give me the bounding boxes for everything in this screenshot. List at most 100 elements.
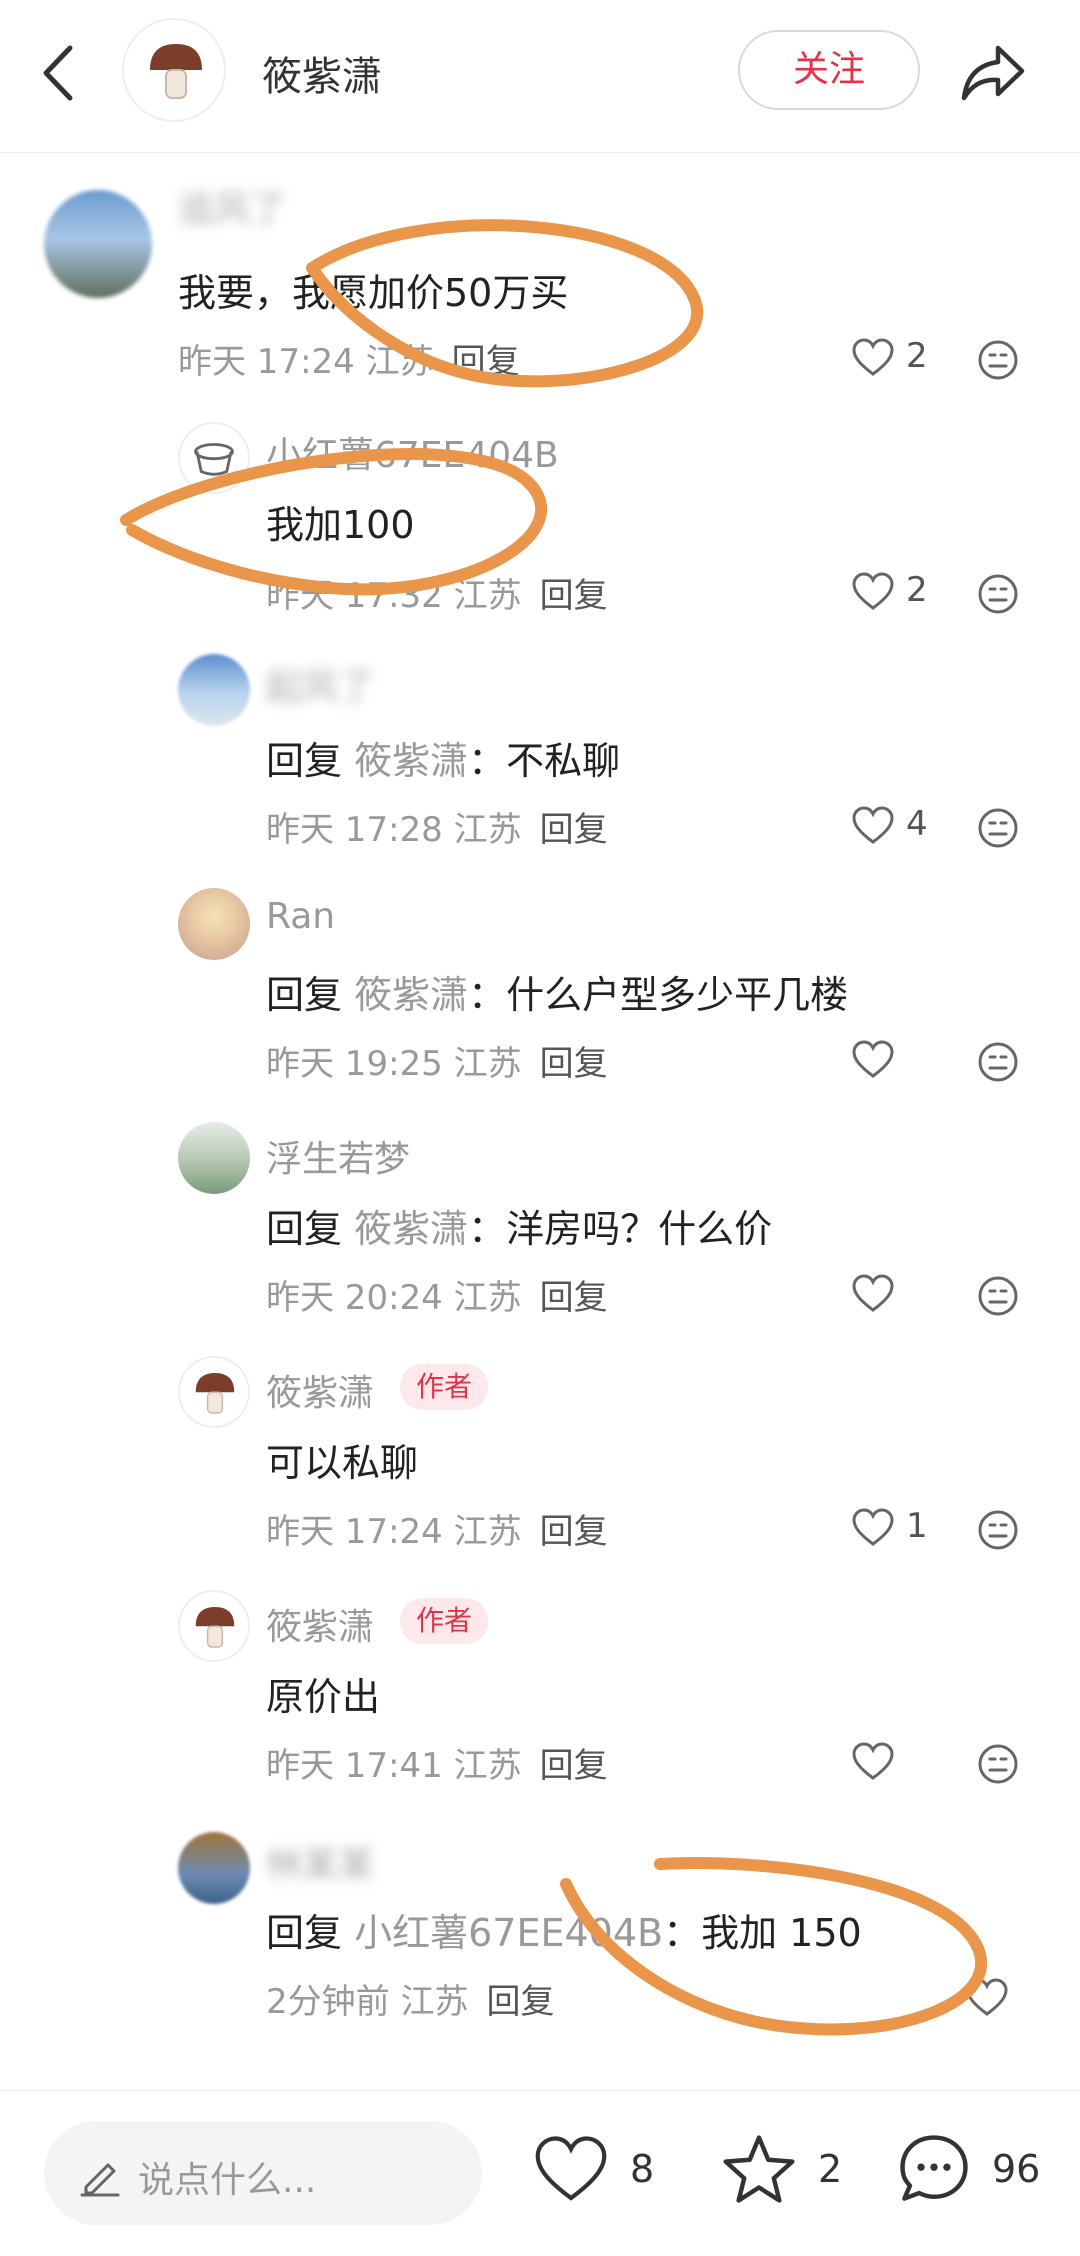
reply-button[interactable]: 回复 [540, 1044, 608, 1084]
comment-meta: 2分钟前 江苏 回复 [266, 1974, 554, 2023]
avatar[interactable] [178, 1832, 250, 1904]
comment-text[interactable]: 回复 筱紫潇：洋房吗？什么价 [266, 1198, 772, 1253]
emoji-button[interactable] [976, 1742, 1020, 1786]
avatar[interactable] [178, 654, 250, 726]
heart-icon [852, 572, 894, 610]
top-bar: 筱紫潇 关注 [0, 0, 1080, 153]
comment-text[interactable]: 回复 小红薯67EE404B：我加 150 [266, 1902, 862, 1957]
comment-text[interactable]: 回复 筱紫潇：什么户型多少平几楼 [266, 964, 848, 1019]
share-button[interactable] [958, 38, 1028, 108]
emoji-button[interactable] [976, 1040, 1020, 1084]
comment-meta: 昨天 20:24 江苏 回复 [266, 1270, 608, 1319]
comment-count: 96 [992, 2147, 1041, 2191]
comment-text[interactable]: 我要，我愿加价50万买 [178, 262, 568, 317]
reply-button[interactable]: 回复 [540, 1512, 608, 1552]
reply-prefix: 回复 [266, 973, 343, 1017]
reply-button[interactable]: 回复 [540, 810, 608, 850]
comment-nickname[interactable]: 起风了 [266, 658, 374, 710]
emoji-icon [978, 340, 1018, 380]
back-button[interactable] [34, 38, 84, 108]
heart-icon [966, 1978, 1008, 2016]
reply-target-name[interactable]: 小红薯67EE404B [354, 1911, 663, 1955]
author-tag: 作者 [400, 1364, 489, 1410]
comment-count-button[interactable]: 96 [896, 2129, 1046, 2209]
reply-button[interactable]: 回复 [452, 342, 520, 382]
like-post-button[interactable]: 8 [534, 2129, 654, 2209]
like-count: 8 [630, 2147, 655, 2191]
input-placeholder: 说点什么... [138, 2160, 317, 2201]
like-button[interactable] [852, 1738, 942, 1788]
reply-target-name[interactable]: 筱紫潇 [354, 973, 468, 1017]
reply-target-name[interactable]: 筱紫潇 [354, 1207, 468, 1251]
reply-button[interactable]: 回复 [540, 576, 608, 616]
like-button[interactable]: 2 [852, 334, 942, 384]
comment-text[interactable]: 原价出 [266, 1666, 380, 1721]
like-button[interactable] [966, 1974, 1016, 2024]
reply-text: ：洋房吗？什么价 [468, 1207, 773, 1251]
comment-nickname[interactable]: 筱紫潇 [266, 1598, 374, 1650]
emoji-icon [978, 1510, 1018, 1550]
like-button[interactable] [852, 1036, 942, 1086]
mushroom-icon [195, 1606, 235, 1648]
avatar[interactable] [44, 190, 152, 298]
reply-button[interactable]: 回复 [540, 1746, 608, 1786]
author-avatar[interactable] [122, 18, 226, 122]
avatar[interactable] [178, 422, 250, 494]
like-button[interactable] [852, 1270, 942, 1320]
comment-nickname[interactable]: 浮生若梦 [266, 1130, 410, 1182]
emoji-button[interactable] [976, 1274, 1020, 1318]
comment-meta: 昨天 17:32 江苏 回复 [266, 568, 608, 617]
reply-text: ：不私聊 [468, 739, 621, 783]
emoji-button[interactable] [976, 338, 1020, 382]
comment-nickname[interactable]: Ran [266, 896, 335, 937]
comment-text[interactable]: 可以私聊 [266, 1432, 418, 1487]
comment-item: 追风了 我要，我愿加价50万买 昨天 17:24 江苏 回复 2 [0, 180, 1080, 400]
comment-item: 筱紫潇 作者 可以私聊 昨天 17:24 江苏 回复 1 [0, 1348, 1080, 1558]
avatar[interactable] [178, 1122, 250, 1194]
avatar[interactable] [178, 1590, 250, 1662]
comment-nickname[interactable]: 追风了 [178, 180, 286, 232]
collect-button[interactable]: 2 [722, 2129, 842, 2209]
comment-text[interactable]: 我加100 [266, 494, 415, 549]
heart-icon [852, 1274, 894, 1312]
heart-icon [852, 338, 894, 376]
comment-meta: 昨天 19:25 江苏 回复 [266, 1036, 608, 1085]
header-author-name[interactable]: 筱紫潇 [262, 44, 382, 102]
follow-button[interactable]: 关注 [738, 30, 920, 110]
reply-button[interactable]: 回复 [540, 1278, 608, 1318]
comment-meta: 昨天 17:28 江苏 回复 [266, 802, 608, 851]
comment-meta: 昨天 17:24 江苏 回复 [266, 1504, 608, 1553]
reply-prefix: 回复 [266, 1911, 343, 1955]
reply-prefix: 回复 [266, 1207, 343, 1251]
like-button[interactable]: 2 [852, 568, 942, 618]
comment-item: 起风了 回复 筱紫潇：不私聊 昨天 17:28 江苏 回复 4 [0, 646, 1080, 856]
comment-time-location: 昨天 17:28 江苏 [266, 810, 522, 850]
comment-icon [900, 2135, 968, 2201]
author-tag: 作者 [400, 1598, 489, 1644]
comment-nickname[interactable]: 小红薯67EE404B [266, 426, 559, 478]
reply-target-name[interactable]: 筱紫潇 [354, 739, 468, 783]
comment-nickname[interactable]: 林某某 [266, 1836, 374, 1888]
star-icon [723, 2135, 795, 2203]
heart-icon [852, 1040, 894, 1078]
comment-time-location: 昨天 20:24 江苏 [266, 1278, 522, 1318]
comment-meta: 昨天 17:41 江苏 回复 [266, 1738, 608, 1787]
comment-item: 小红薯67EE404B 我加100 昨天 17:32 江苏 回复 2 [0, 412, 1080, 622]
like-count: 4 [906, 804, 928, 844]
mushroom-icon [150, 44, 202, 99]
avatar[interactable] [178, 888, 250, 960]
like-button[interactable]: 1 [852, 1504, 942, 1554]
comment-item: Ran 回复 筱紫潇：什么户型多少平几楼 昨天 19:25 江苏 回复 [0, 880, 1080, 1090]
reply-button[interactable]: 回复 [486, 1982, 554, 2022]
comment-nickname[interactable]: 筱紫潇 [266, 1364, 374, 1416]
like-button[interactable]: 4 [852, 802, 942, 852]
comment-input[interactable]: 说点什么... [44, 2121, 482, 2225]
emoji-button[interactable] [976, 572, 1020, 616]
comment-time-location: 2分钟前 江苏 [266, 1982, 469, 2022]
emoji-icon [978, 1042, 1018, 1082]
emoji-button[interactable] [976, 1508, 1020, 1552]
collect-count: 2 [818, 2147, 843, 2191]
emoji-button[interactable] [976, 806, 1020, 850]
comment-text[interactable]: 回复 筱紫潇：不私聊 [266, 730, 620, 785]
avatar[interactable] [178, 1356, 250, 1428]
